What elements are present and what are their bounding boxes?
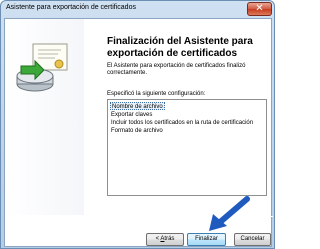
wizard-window: Asistente para exportación de certificad… — [0, 0, 275, 249]
finish-button[interactable]: Finalizar — [187, 233, 226, 246]
settings-listbox[interactable]: Nombre de archivo Exportar claves Inclui… — [107, 99, 267, 196]
title-bar[interactable]: Asistente para exportación de certificad… — [1, 1, 274, 18]
back-button-rest: trás — [164, 236, 175, 242]
window-title: Asistente para exportación de certificad… — [6, 4, 136, 11]
list-item[interactable]: Exportar claves — [110, 111, 153, 119]
pointer-arrow-icon — [209, 196, 250, 231]
back-button[interactable]: < Atrás — [146, 233, 184, 246]
settings-label: Especificó la siguiente configuración: — [107, 91, 206, 97]
wizard-side-panel — [5, 19, 84, 215]
certificate-export-icon — [16, 43, 68, 92]
list-item[interactable]: Nombre de archivo — [110, 102, 165, 110]
close-button[interactable]: ✕ — [247, 2, 272, 16]
list-item[interactable]: Formato de archivo — [110, 127, 164, 135]
close-icon: ✕ — [255, 3, 264, 14]
finish-button-label: Finalizar — [195, 236, 218, 242]
cancel-button[interactable]: Cancelar — [234, 233, 271, 246]
list-item[interactable]: Incluir todos los certificados en la rut… — [110, 119, 254, 127]
cancel-button-label: Cancelar — [240, 236, 265, 242]
wizard-intro-text: El Asistente para exportación de certifi… — [107, 63, 246, 76]
wizard-heading: Finalización del Asistente para exportac… — [107, 36, 253, 59]
